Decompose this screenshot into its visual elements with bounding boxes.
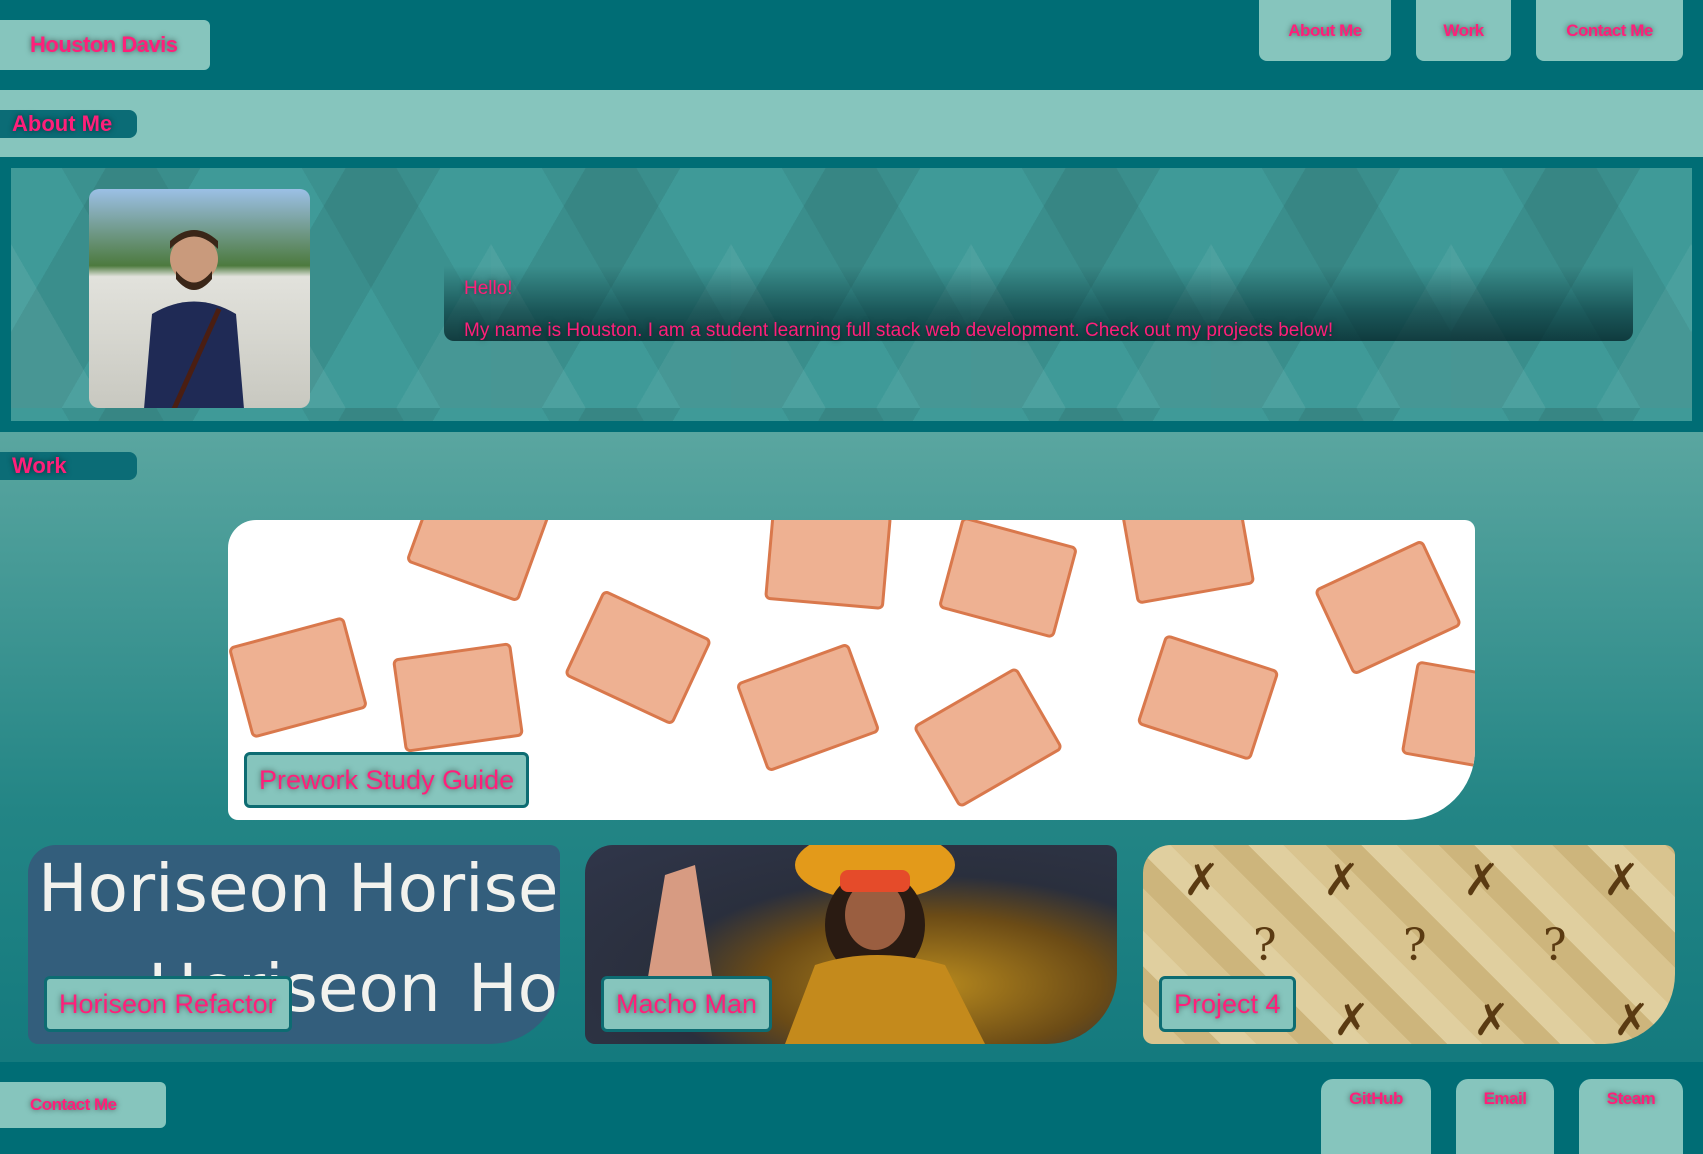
project-card-prework[interactable]: Prework Study Guide [228, 520, 1475, 820]
greeting-text: Hello! [464, 278, 513, 299]
project-title[interactable]: Project 4 [1159, 976, 1296, 1032]
project-card-macho-man[interactable]: Macho Man [585, 845, 1117, 1044]
bio-text: My name is Houston. I am a student learn… [464, 320, 1334, 341]
horiseon-image-text: Horiseon [38, 850, 331, 927]
profile-photo [89, 189, 310, 408]
brand-name: Houston Davis [0, 20, 210, 70]
footer-link-steam[interactable]: Steam [1579, 1079, 1683, 1154]
footer-contact-me[interactable]: Contact Me [0, 1082, 166, 1128]
work-heading: Work [0, 452, 137, 480]
horiseon-image-text: Horiseon [348, 850, 560, 927]
site-header: Houston Davis About Me Work Contact Me [0, 0, 1703, 90]
about-heading: About Me [0, 110, 137, 138]
nav-about-me[interactable]: About Me [1259, 0, 1391, 61]
site-footer: Contact Me GitHub Email Steam [0, 1064, 1703, 1154]
nav-contact-me[interactable]: Contact Me [1536, 0, 1683, 61]
nav-work[interactable]: Work [1416, 0, 1511, 61]
intro-box: Hello! My name is Houston. I am a studen… [444, 266, 1633, 341]
project-title[interactable]: Horiseon Refactor [44, 976, 292, 1032]
footer-link-email[interactable]: Email [1456, 1079, 1554, 1154]
person-figure-icon [144, 230, 244, 408]
footer-link-github[interactable]: GitHub [1321, 1079, 1431, 1154]
about-hero: Hello! My name is Houston. I am a studen… [11, 168, 1692, 421]
project-title[interactable]: Macho Man [601, 976, 773, 1032]
project-title[interactable]: Prework Study Guide [244, 752, 530, 808]
about-heading-band: About Me [0, 90, 1703, 157]
horiseon-image-text: Horiseon [468, 950, 560, 1027]
project-card-horiseon[interactable]: Horiseon Horiseon Horiseon Horiseon Hori… [28, 845, 560, 1044]
project-card-project-4[interactable]: ✗ ✗ ✗ ✗ ? ? ? ✗ ✗ ✗ Project 4 [1143, 845, 1675, 1044]
